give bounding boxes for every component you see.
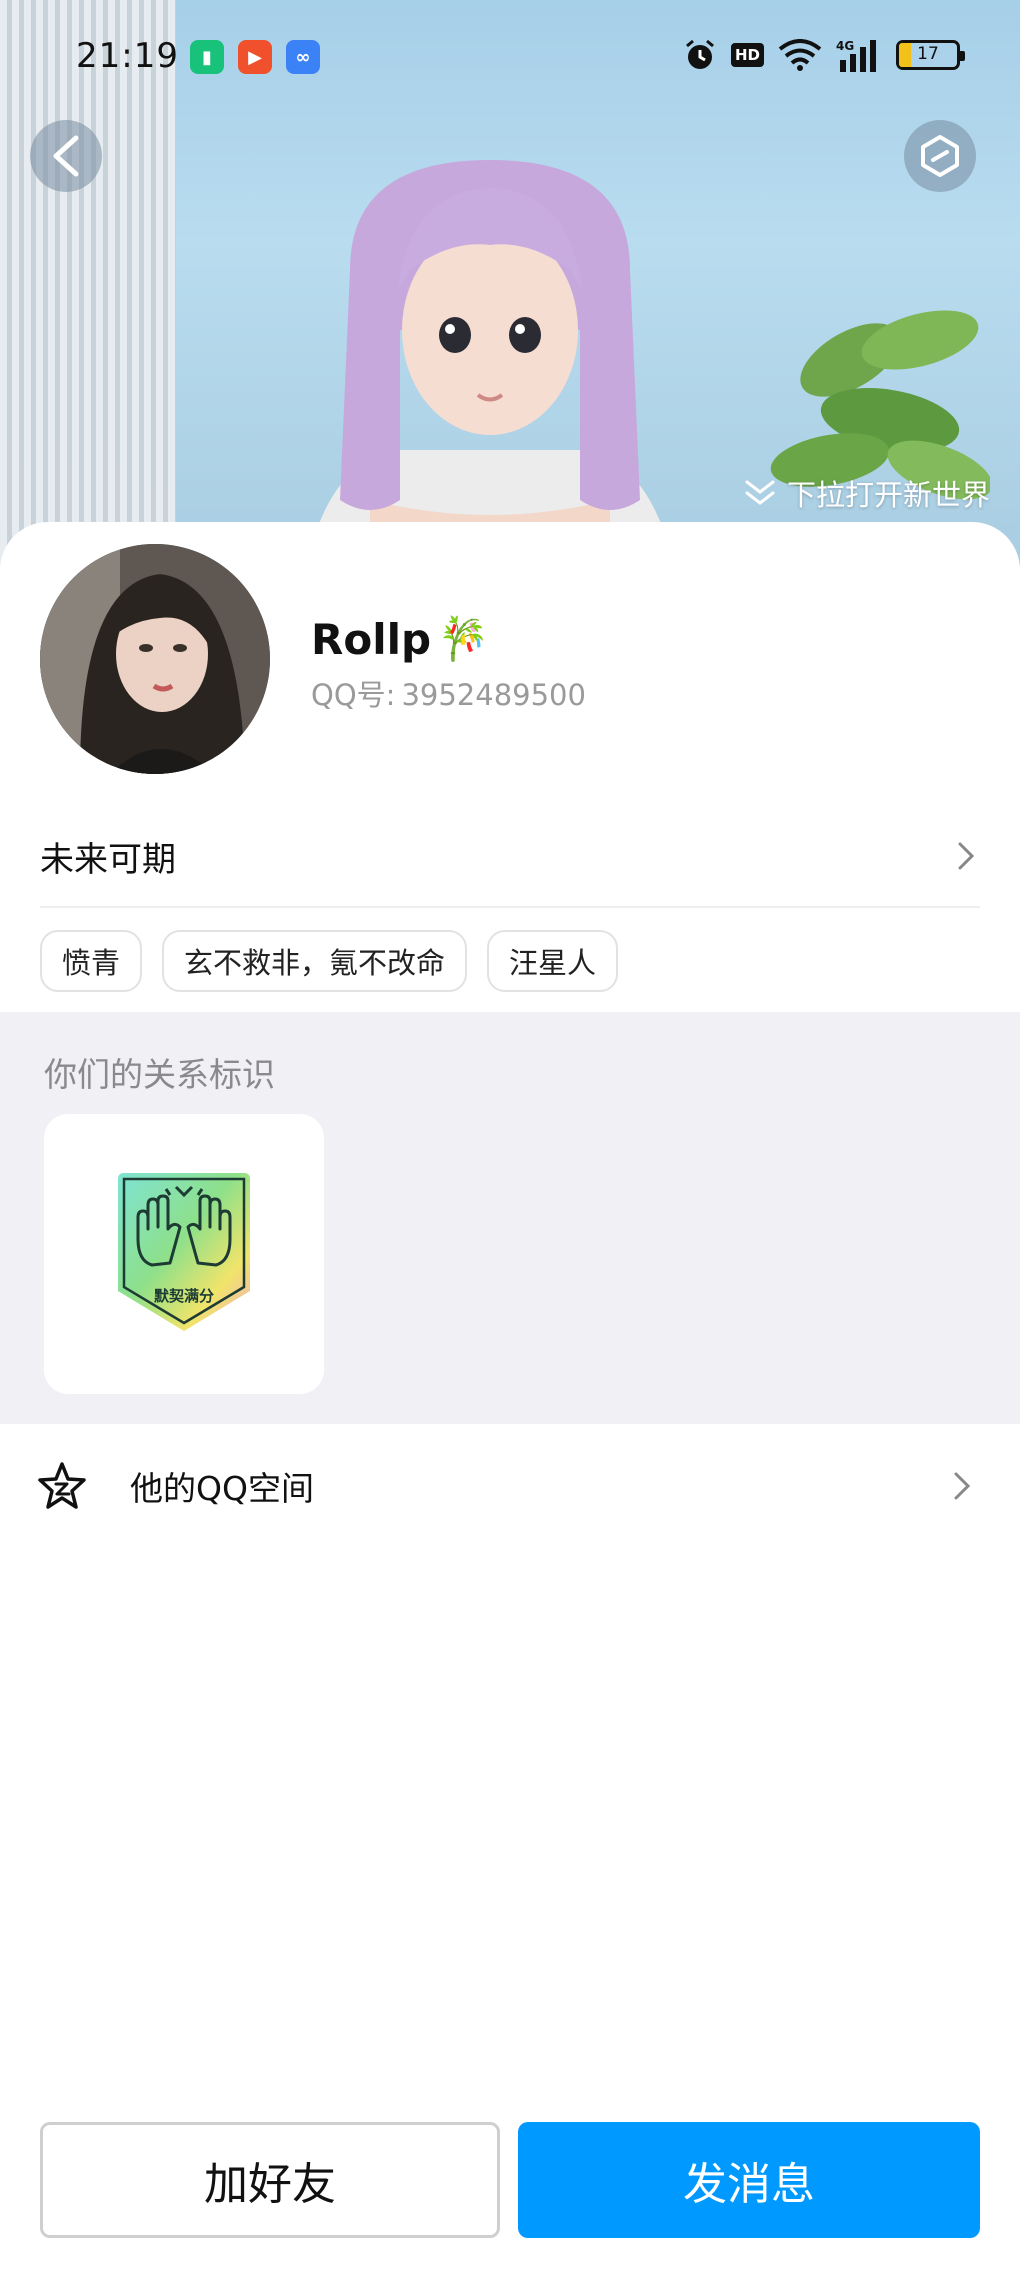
infinity-app-icon: ∞ xyxy=(286,40,320,74)
chevron-right-icon xyxy=(954,1472,971,1500)
battery-app-icon: ▮ xyxy=(190,40,224,74)
signature-text: 未来可期 xyxy=(40,839,176,880)
hd-badge: HD xyxy=(730,43,764,67)
world-portal-button[interactable] xyxy=(904,120,976,192)
pull-down-hint[interactable]: 下拉打开新世界 xyxy=(743,472,990,514)
chevron-right-icon xyxy=(958,842,975,870)
relation-section: 你们的关系标识 默契满分 xyxy=(0,1012,1020,1424)
alarm-icon xyxy=(686,39,714,69)
svg-text:4G: 4G xyxy=(836,39,854,53)
nickname-text: Rollp xyxy=(311,614,432,664)
nickname-emoji: 🎋 xyxy=(437,614,490,663)
video-app-icon: ▶ xyxy=(238,40,272,74)
status-time: 21:19 xyxy=(76,36,179,76)
qzone-label: 他的QQ空间 xyxy=(130,1469,314,1508)
wifi-icon xyxy=(778,39,822,71)
avatar-photo xyxy=(40,544,270,774)
relation-badge-card[interactable]: 默契满分 xyxy=(44,1114,324,1394)
high-five-badge-icon: 默契满分 xyxy=(118,1173,250,1331)
add-friend-button[interactable]: 加好友 xyxy=(40,2122,500,2238)
pull-down-hint-text: 下拉打开新世界 xyxy=(786,478,990,512)
nickname: Rollp 🎋 xyxy=(311,614,489,664)
bottom-action-bar: 加好友 发消息 xyxy=(40,2122,980,2238)
tag[interactable]: 玄不救非，氪不改命 xyxy=(162,930,468,992)
status-bar: 21:19 ▮ ▶ ∞ HD 4G 17 xyxy=(0,0,1020,118)
double-chevron-down-icon xyxy=(745,480,775,505)
battery-level: 17 xyxy=(917,44,939,64)
chevron-left-icon xyxy=(53,135,79,177)
tag[interactable]: 愤青 xyxy=(40,930,143,992)
profile-banner[interactable]: 21:19 ▮ ▶ ∞ HD 4G 17 下拉打开新世界 xyxy=(0,0,1020,600)
notification-icons: ▮ ▶ ∞ xyxy=(190,40,320,74)
qq-number-label: QQ号: xyxy=(311,678,396,712)
qq-number[interactable]: QQ号: 3952489500 xyxy=(311,672,586,714)
battery-icon: 17 xyxy=(896,40,965,70)
system-icons: HD 4G 17 xyxy=(683,38,965,72)
signature-row[interactable]: 未来可期 xyxy=(40,806,980,908)
profile-card: Rollp 🎋 QQ号: 3952489500 未来可期 愤青 玄不救非，氪不改命… xyxy=(0,522,1020,2278)
cellular-signal-icon: 4G xyxy=(836,39,876,72)
hexagon-icon xyxy=(921,135,959,177)
qq-number-value: 3952489500 xyxy=(401,678,586,712)
personal-tags: 愤青 玄不救非，氪不改命 汪星人 xyxy=(40,930,619,992)
send-message-button[interactable]: 发消息 xyxy=(518,2122,980,2238)
avatar[interactable] xyxy=(40,544,270,774)
qzone-row[interactable]: 他的QQ空间 xyxy=(0,1424,1020,1548)
back-button[interactable] xyxy=(30,120,102,192)
relation-title: 你们的关系标识 xyxy=(44,1055,275,1094)
badge-label: 默契满分 xyxy=(154,1287,214,1305)
tag[interactable]: 汪星人 xyxy=(487,930,619,992)
star-icon xyxy=(38,1462,86,1509)
